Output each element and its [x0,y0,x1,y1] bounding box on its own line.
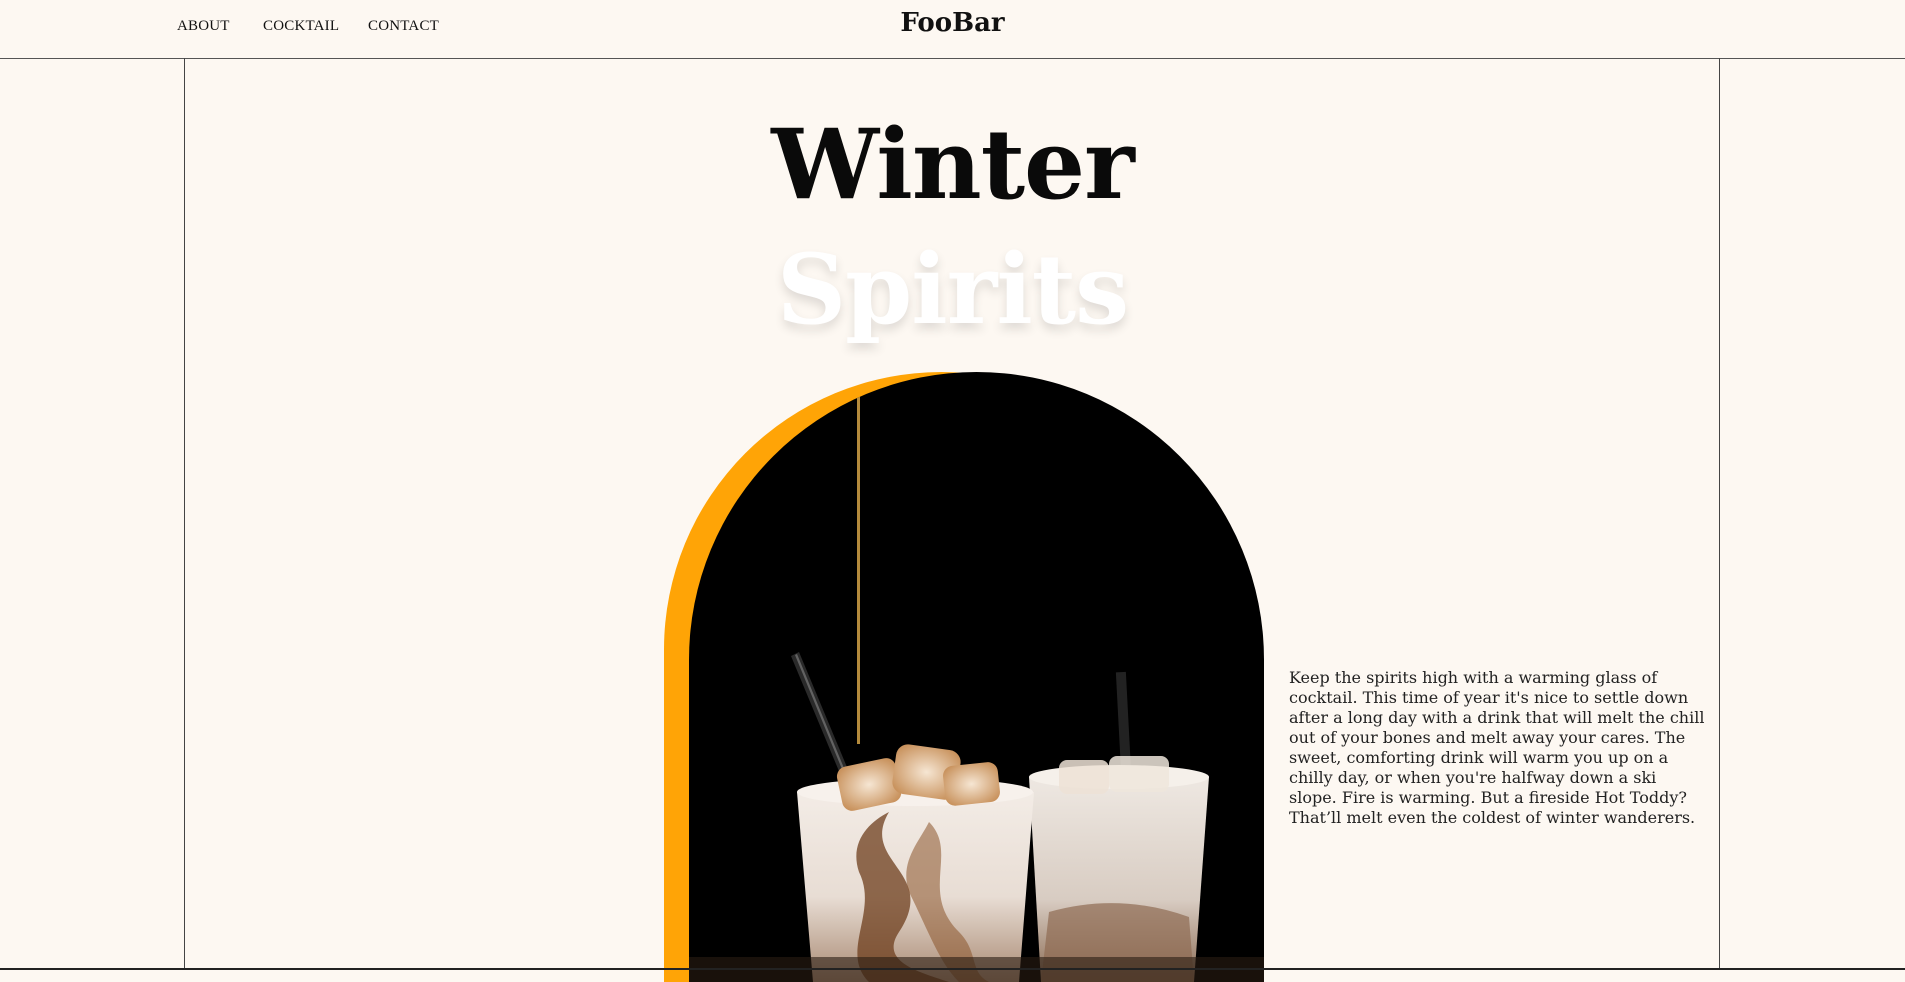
cocktail-photo-illustration [689,394,1264,982]
hero-title-spirits: Spirits [776,233,1129,346]
syrup-stream [857,394,860,744]
hero-description: Keep the spirits high with a warming gla… [1289,668,1705,827]
brand-logo[interactable]: FooBar [0,8,1905,38]
top-navigation-bar: ABOUT COCKTAIL CONTACT FooBar [0,0,1905,59]
cocktail-image-arch [689,372,1264,982]
hero-title-winter: Winter [771,108,1134,221]
